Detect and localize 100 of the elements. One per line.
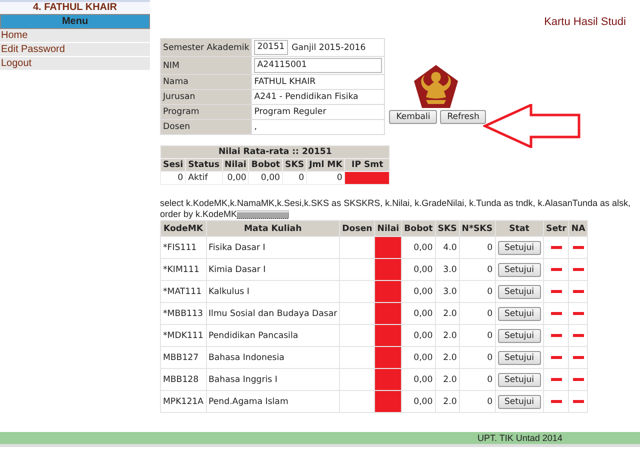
table-cell: 2.0 [435, 368, 460, 390]
table-cell: *KIM111 [160, 258, 206, 280]
table-cell: 0,00 [402, 302, 436, 324]
table-cell: Bahasa Indonesia [206, 346, 340, 368]
field-label: Nama [160, 74, 252, 90]
menu-item[interactable]: Home [0, 29, 150, 43]
query-tail: jjjjjjjjjjjjjjjjjjjjjjjjjj [237, 209, 290, 219]
emblem-logo [413, 64, 460, 110]
menu-item[interactable]: Edit Password [0, 43, 150, 57]
column-header: SKS [435, 220, 460, 236]
table-cell: Pendidikan Pancasila [206, 324, 340, 346]
table-cell: Pend.Agama Islam [206, 390, 340, 412]
column-header: Dosen [340, 220, 375, 236]
column-header: Mata Kuliah [206, 220, 340, 236]
table-cell: 2.0 [435, 324, 460, 346]
field-value: Program Reguler [254, 107, 326, 117]
column-header: N*SKS [459, 220, 496, 236]
column-header: Stat [495, 220, 544, 236]
summary-title: Nilai Rata-rata :: 20151 [160, 146, 390, 158]
dash-icon [550, 334, 562, 337]
table-cell: Aktif [186, 172, 222, 184]
table-cell: 0,00 [402, 280, 436, 302]
column-header: Bobot [402, 220, 436, 236]
column-header: Nilai [374, 220, 402, 236]
table-cell: 4.0 [435, 236, 460, 258]
approve-button[interactable]: Setujui [498, 284, 541, 298]
table-cell: 0 [459, 236, 496, 258]
dash-icon [572, 290, 584, 293]
table-cell: 0,00 [402, 258, 436, 280]
table-cell: Bahasa Inggris I [206, 368, 340, 390]
approve-button[interactable]: Setujui [498, 328, 541, 342]
approve-button[interactable]: Setujui [498, 240, 541, 254]
dash-icon [550, 246, 562, 249]
dash-icon [550, 268, 562, 271]
table-cell: 0 [459, 280, 496, 302]
field-label: Semester Akademik [160, 38, 252, 56]
dash-icon [550, 400, 562, 403]
field-label: Program [160, 104, 252, 120]
table-cell: 2.0 [435, 302, 460, 324]
table-cell: 0,00 [402, 346, 436, 368]
column-header: KodeMK [160, 220, 206, 236]
column-header: Sesi [160, 158, 186, 172]
field-value: FATHUL KHAIR [254, 77, 316, 87]
approve-button[interactable]: Setujui [498, 262, 541, 276]
query-text: select k.KodeMK,k.NamaMK,k.Sesi,k.SKS as SKSKRS, k.Nilai, k.GradeNilai, k.Tunda as tndk, k.AlasanTunda as alsk, [160, 198, 632, 209]
table-cell: 3.0 [435, 280, 460, 302]
approve-button[interactable]: Setujui [498, 372, 541, 386]
table-cell: *MDK111 [160, 324, 206, 346]
approve-button[interactable]: Setujui [498, 394, 541, 408]
dash-icon [550, 378, 562, 381]
nim-field[interactable]: A24115001 [254, 58, 382, 73]
table-cell: 2.0 [435, 390, 460, 412]
column-header: Setr [544, 220, 569, 236]
column-header: IP Smt [344, 158, 390, 172]
approve-button[interactable]: Setujui [498, 350, 541, 364]
table-cell: 2.0 [435, 346, 460, 368]
semester-field[interactable]: 20151 [254, 40, 288, 55]
table-cell: 0 [459, 258, 496, 280]
dash-icon [572, 400, 584, 403]
footer: UPT. TIK Untad 2014 [0, 432, 640, 447]
table-cell: MBB128 [160, 368, 206, 390]
column-header: NA [568, 220, 588, 236]
table-cell: Kalkulus I [206, 280, 340, 302]
field-label: NIM [160, 56, 252, 74]
approve-button[interactable]: Setujui [498, 306, 541, 320]
field-value: A241 - Pendidikan Fisika [254, 92, 358, 102]
table-cell: 0,00 [402, 324, 436, 346]
user-name: 4. FATHUL KHAIR [0, 0, 150, 14]
table-cell: MBB127 [160, 346, 206, 368]
table-cell: 0 [160, 172, 186, 184]
table-cell: *MAT111 [160, 280, 206, 302]
table-cell: Fisika Dasar I [206, 236, 340, 258]
column-header: Jml MK [306, 158, 345, 172]
table-cell: 0,00 [402, 390, 436, 412]
table-cell: *FIS111 [160, 236, 206, 258]
action-button[interactable]: Refresh [440, 110, 486, 124]
ip-cell [344, 172, 390, 184]
field-label: Jurusan [160, 90, 252, 104]
menu-header: Menu [0, 14, 150, 29]
dash-icon [572, 246, 584, 249]
table-cell: 0 [459, 324, 496, 346]
dash-icon [572, 334, 584, 337]
table-cell: 0 [282, 172, 307, 184]
dash-icon [572, 268, 584, 271]
table-cell: 0,00 [222, 172, 249, 184]
column-header: Status [186, 158, 222, 172]
dash-icon [572, 378, 584, 381]
semester-name: Ganjil 2015-2016 [292, 42, 366, 52]
action-button[interactable]: Kembali [389, 110, 438, 124]
table-cell: 3.0 [435, 258, 460, 280]
table-cell: 0 [459, 368, 496, 390]
table-cell: 0 [459, 302, 496, 324]
field-label: Dosen [160, 120, 252, 134]
table-cell: 0,00 [402, 368, 436, 390]
table-cell: 0,00 [402, 236, 436, 258]
dash-icon [550, 290, 562, 293]
dash-icon [572, 356, 584, 359]
menu-item[interactable]: Logout [0, 57, 150, 71]
table-cell: *MBB113 [160, 302, 206, 324]
dash-icon [572, 312, 584, 315]
